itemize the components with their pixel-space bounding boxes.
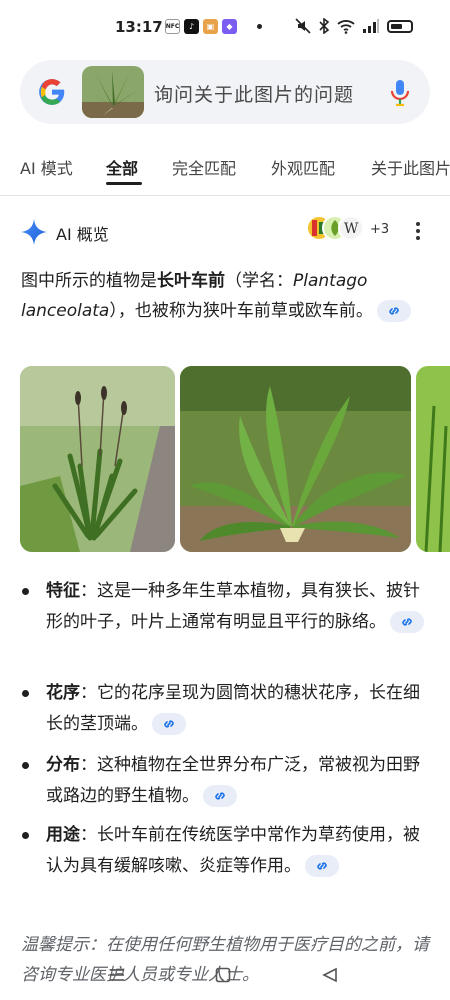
back-nav-icon[interactable] — [322, 967, 338, 983]
bullet-dot — [22, 588, 29, 595]
plant-image[interactable] — [416, 366, 450, 552]
list-item-description: ：它的花序呈现为圆筒状的穗状花序，长在细长的茎顶端。 — [46, 683, 420, 734]
link-icon — [317, 862, 327, 870]
citation-link-button[interactable] — [390, 611, 424, 633]
ai-sparkle-icon — [21, 219, 47, 245]
list-item-description: ：这是一种多年生草本植物，具有狭长、披针形的叶子，叶片上通常有明显且平行的脉络。 — [46, 581, 420, 632]
list-item-text: 特征：这是一种多年生草本植物，具有狭长、披针形的叶子，叶片上通常有明显且平行的脉… — [46, 576, 432, 638]
search-placeholder[interactable]: 询问关于此图片的问题 — [154, 80, 354, 107]
plant-image[interactable] — [180, 366, 411, 552]
bluetooth-icon — [319, 18, 330, 34]
status-bar: 13:17 NFC ♪ ▣ ◆ — [0, 0, 450, 56]
plant-name: 长叶车前 — [157, 271, 225, 291]
link-icon — [389, 307, 399, 315]
source-favicons[interactable]: W — [306, 215, 368, 245]
link-icon — [164, 720, 174, 728]
list-item-term: 特征 — [46, 581, 80, 601]
search-thumbnail-image[interactable] — [82, 66, 144, 118]
ai-overview-intro: 图中所示的植物是长叶车前（学名：Plantago lanceolata），也被称… — [21, 266, 431, 326]
list-item-term: 分布 — [46, 755, 80, 775]
box-icon: ▣ — [203, 19, 218, 34]
system-navigation-bar — [0, 955, 450, 1000]
notification-dot — [257, 24, 262, 29]
bullet-dot — [22, 832, 29, 839]
tab-about-image[interactable]: 关于此图片 — [371, 155, 450, 179]
tiktok-icon: ♪ — [184, 19, 199, 34]
microphone-icon[interactable] — [389, 78, 411, 108]
svg-text:W: W — [344, 221, 359, 237]
tab-visual-match[interactable]: 外观匹配 — [271, 155, 335, 179]
nfc-icon: NFC — [165, 19, 180, 34]
results-tabs: AI 模式 全部 完全匹配 外观匹配 关于此图片 — [0, 152, 450, 196]
citation-link-button[interactable] — [305, 855, 339, 877]
citation-link-button[interactable] — [376, 300, 411, 322]
home-nav-icon[interactable] — [215, 967, 231, 983]
link-icon — [215, 792, 225, 800]
link-icon — [402, 618, 412, 626]
list-item-term: 花序 — [46, 683, 80, 703]
citation-link-button[interactable] — [152, 713, 186, 735]
source-icon[interactable]: W — [338, 215, 364, 241]
more-options-icon[interactable] — [414, 220, 422, 242]
status-time: 13:17 — [115, 18, 163, 36]
search-bar[interactable]: 询问关于此图片的问题 — [20, 60, 430, 124]
status-system-icons — [295, 18, 413, 34]
intro-text: 图中所示的植物是 — [21, 271, 157, 291]
list-item-description: ：长叶车前在传统医学中常作为草药使用，被认为具有缓解咳嗽、炎症等作用。 — [46, 825, 420, 876]
list-item-text: 花序：它的花序呈现为圆筒状的穗状花序，长在细长的茎顶端。 — [46, 678, 432, 740]
app-icon: ◆ — [222, 19, 237, 34]
tab-exact-match[interactable]: 完全匹配 — [172, 155, 236, 179]
status-app-icons: NFC ♪ ▣ ◆ — [165, 19, 262, 34]
wifi-icon — [337, 20, 355, 34]
list-item-text: 用途：长叶车前在传统医学中常作为草药使用，被认为具有缓解咳嗽、炎症等作用。 — [46, 820, 432, 882]
ai-overview-title: AI 概览 — [56, 225, 109, 244]
menu-nav-icon[interactable] — [108, 967, 126, 983]
ai-overview-header: AI 概览 W +3 — [0, 212, 450, 252]
list-item-text: 分布：这种植物在全世界分布广泛，常被视为田野或路边的野生植物。 — [46, 750, 432, 812]
plant-image[interactable] — [20, 366, 175, 552]
tab-ai-mode[interactable]: AI 模式 — [20, 155, 73, 179]
bullet-dot — [22, 690, 29, 697]
google-logo-icon — [39, 79, 65, 105]
tab-all[interactable]: 全部 — [106, 155, 138, 179]
intro-text: ），也被称为狭叶车前草或欧车前。 — [109, 301, 373, 321]
intro-text: （学名： — [225, 271, 293, 291]
more-sources-count[interactable]: +3 — [370, 222, 389, 237]
citation-link-button[interactable] — [203, 785, 237, 807]
active-tab-indicator — [106, 182, 142, 185]
mute-icon — [295, 18, 311, 34]
bullet-dot — [22, 762, 29, 769]
image-carousel — [0, 366, 450, 552]
battery-icon — [387, 19, 413, 33]
list-item-term: 用途 — [46, 825, 80, 845]
signal-icon — [363, 19, 379, 33]
